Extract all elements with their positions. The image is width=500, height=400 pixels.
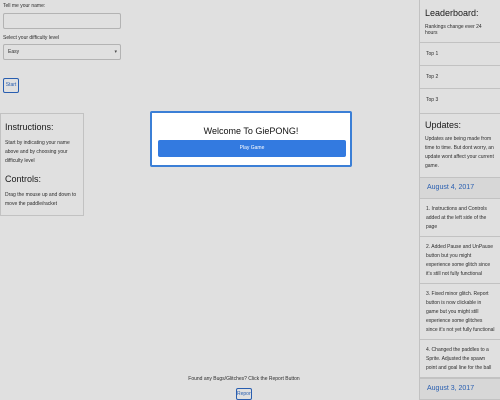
welcome-modal: Welcome To GiePONG! Play Game <box>150 111 352 167</box>
play-game-button[interactable]: Play Game <box>158 140 346 157</box>
modal-title: Welcome To GiePONG! <box>203 126 299 136</box>
modal-backdrop[interactable] <box>0 0 500 400</box>
